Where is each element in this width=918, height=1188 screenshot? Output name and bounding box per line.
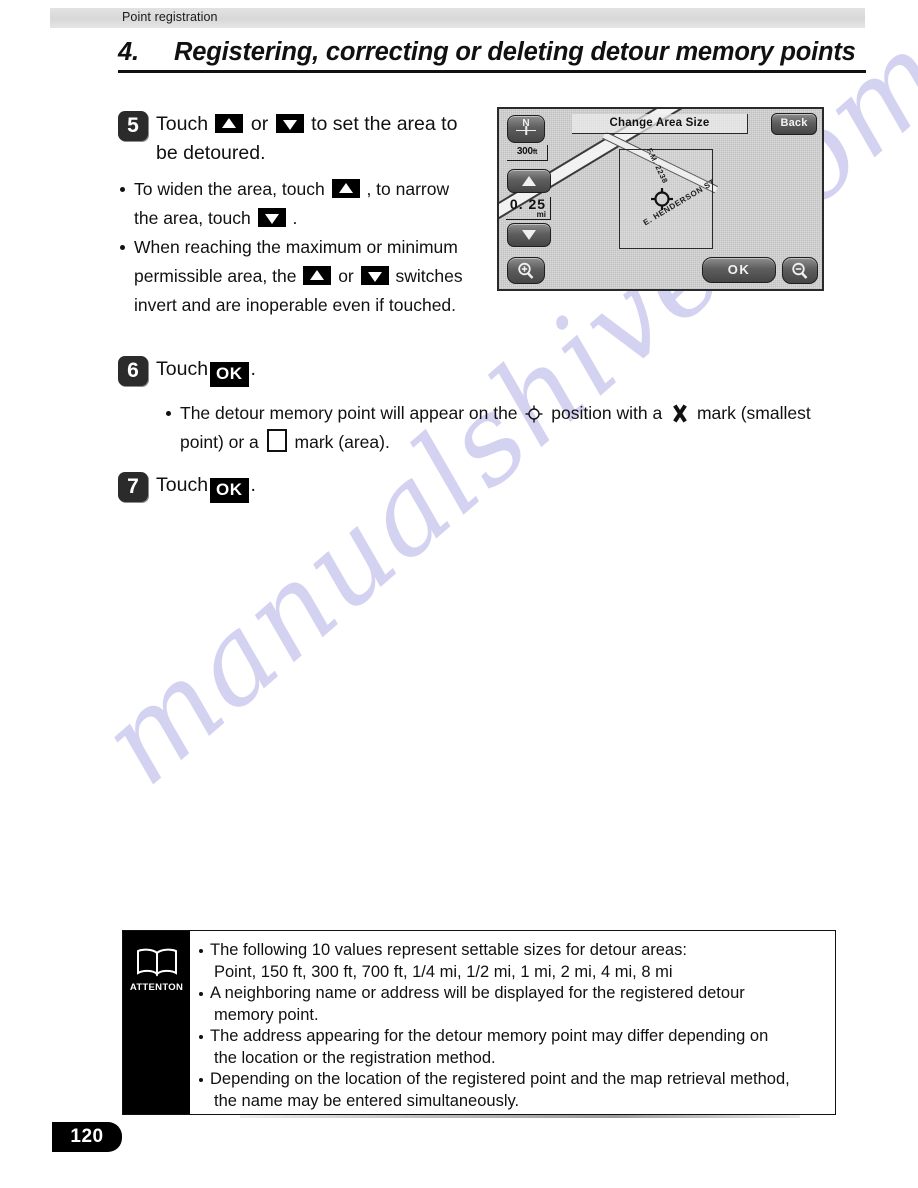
attention-3-line1: The address appearing for the detour mem… [210, 1027, 769, 1045]
attention-1-line1: The following 10 values represent settab… [210, 941, 687, 959]
triangle-up-icon [522, 176, 536, 186]
triangle-down-icon [522, 230, 536, 240]
back-button[interactable]: Back [771, 113, 817, 135]
list-item: To widen the area, touch , to narrow the… [118, 175, 478, 233]
map-scale-unit: ft [532, 149, 538, 156]
up-arrow-key-icon [215, 114, 244, 133]
bullet-6-1-b: position with a [551, 403, 663, 423]
map-scale-value: 300 [516, 146, 533, 157]
area-size-unit: mi [536, 210, 546, 219]
increase-area-button[interactable] [507, 169, 551, 193]
down-arrow-key-icon [275, 114, 304, 133]
bullet-5-1-c: . [292, 208, 298, 228]
list-item: A neighboring name or address will be di… [198, 983, 825, 1026]
chapter-title: Registering, correcting or deleting deto… [174, 38, 856, 66]
step-6-bullets: The detour memory point will appear on t… [164, 399, 848, 457]
decrease-area-button[interactable] [507, 223, 551, 247]
map-scale-readout: 300ft [507, 145, 548, 161]
navigation-screen-figure: E. HENDERSON ST F.M. 2238 N 300ft 0. 25 … [497, 107, 824, 291]
area-size-readout: 0. 25 mi [506, 197, 551, 220]
zoom-out-button[interactable] [782, 257, 818, 284]
square-mark-icon [266, 429, 287, 452]
step-number-badge: 5 [118, 111, 148, 141]
up-arrow-key-icon [331, 179, 360, 198]
step-7: 7 Touch OK. [118, 471, 518, 503]
attention-2-line1: A neighboring name or address will be di… [210, 984, 745, 1002]
step-7-lead-a: Touch [156, 474, 209, 496]
step-number-badge: 6 [118, 356, 148, 386]
bullet-5-2-b: or [338, 266, 354, 286]
list-item: The detour memory point will appear on t… [164, 399, 848, 457]
ok-button[interactable]: OK [702, 257, 776, 283]
running-head-band: Point registration [50, 8, 865, 28]
map-cursor-icon [525, 405, 543, 423]
bullet-6-1-d: mark (area). [294, 432, 390, 452]
compass-north-button[interactable]: N [507, 115, 545, 143]
x-mark-icon [670, 404, 689, 423]
step-5: 5 Touch or to set the area to be detoure… [118, 110, 478, 320]
attention-callout-box: ATTENTON The following 10 values represe… [122, 930, 836, 1115]
list-item: The following 10 values represent settab… [198, 940, 825, 983]
bullet-5-1-a: To widen the area, touch [134, 179, 325, 199]
attention-label: ATTENTON [129, 982, 184, 993]
ok-key-icon: OK [210, 362, 249, 387]
step-5-lead-b: or [250, 113, 269, 135]
step-7-lead-c: . [250, 474, 256, 496]
list-item: When reaching the maximum or minimum per… [118, 233, 478, 320]
magnifier-plus-icon [508, 258, 544, 283]
step-6-instruction: Touch OK. [156, 355, 256, 387]
step-number-badge: 7 [118, 472, 148, 502]
bullet-6-1-a: The detour memory point will appear on t… [180, 403, 518, 423]
magnifier-minus-icon [783, 258, 817, 283]
title-underline [118, 70, 866, 73]
step-6-lead-a: Touch [156, 358, 209, 380]
zoom-in-button[interactable] [507, 257, 545, 284]
compass-needle-icon [516, 130, 536, 131]
running-head-label: Point registration [122, 10, 218, 24]
area-size-value: 0. 25 [509, 196, 547, 212]
list-item: The address appearing for the detour mem… [198, 1026, 825, 1069]
attention-icon-panel: ATTENTON [123, 931, 190, 1114]
attention-2-line2: memory point. [214, 1005, 319, 1024]
map-cursor-crosshair-icon [651, 188, 673, 210]
step-6-lead-c: . [250, 358, 256, 380]
attention-body: The following 10 values represent settab… [190, 931, 835, 1114]
nav-screen-title: Change Area Size [572, 114, 748, 134]
page-number-badge: 120 [52, 1122, 122, 1152]
step-7-instruction: Touch OK. [156, 471, 256, 503]
attention-4-line1: Depending on the location of the registe… [210, 1070, 790, 1088]
step-5-instruction: Touch or to set the area to be detoured. [156, 110, 478, 168]
list-item: Depending on the location of the registe… [198, 1069, 825, 1112]
down-arrow-key-icon [257, 208, 286, 227]
page-title: 4. Registering, correcting or deleting d… [118, 38, 866, 73]
attention-4-line2: the name may be entered simultaneously. [214, 1091, 520, 1110]
down-arrow-key-icon [360, 266, 389, 285]
step-5-lead-a: Touch [156, 113, 209, 135]
open-book-icon [135, 947, 179, 977]
up-arrow-key-icon [303, 266, 332, 285]
attention-1-line2: Point, 150 ft, 300 ft, 700 ft, 1/4 mi, 1… [214, 962, 673, 981]
step-5-bullets: To widen the area, touch , to narrow the… [118, 175, 478, 320]
step-6: 6 Touch OK. The detour memory point will … [118, 355, 848, 457]
ok-key-icon: OK [210, 478, 249, 503]
attention-3-line2: the location or the registration method. [214, 1048, 496, 1067]
chapter-number: 4. [118, 38, 139, 66]
